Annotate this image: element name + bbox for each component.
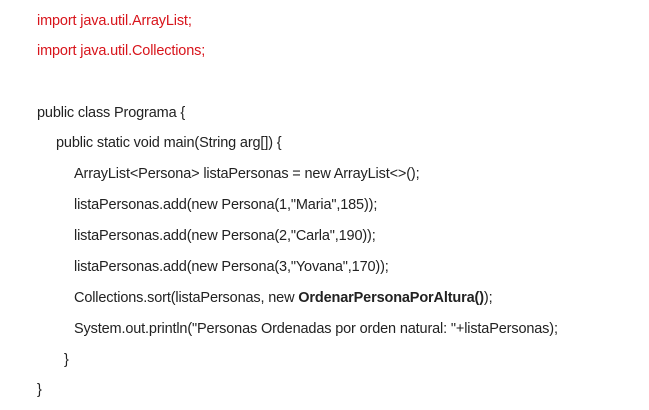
sort-prefix: Collections.sort(listaPersonas, new — [74, 290, 299, 306]
close-class-brace: } — [37, 382, 42, 398]
println-line: System.out.println("Personas Ordenadas p… — [74, 321, 558, 337]
add-carla-line: listaPersonas.add(new Persona(2,"Carla",… — [74, 228, 376, 244]
import-arraylist-line: import java.util.ArrayList; — [37, 13, 192, 29]
sort-comparator: OrdenarPersonaPorAltura() — [298, 290, 484, 306]
class-declaration-line: public class Programa { — [37, 105, 186, 121]
import-collections-line: import java.util.Collections; — [37, 43, 206, 59]
add-maria-line: listaPersonas.add(new Persona(1,"Maria",… — [74, 197, 378, 213]
add-yovana-line: listaPersonas.add(new Persona(3,"Yovana"… — [74, 259, 389, 275]
close-method-brace: } — [64, 352, 69, 368]
list-declaration-line: ArrayList<Persona> listaPersonas = new A… — [74, 166, 420, 182]
sort-suffix: ); — [483, 290, 493, 306]
code-snippet: import java.util.ArrayList; import java.… — [0, 0, 649, 410]
main-method-declaration-line: public static void main(String arg[]) { — [56, 135, 282, 151]
sort-line: Collections.sort(listaPersonas, new Orde… — [74, 286, 493, 310]
